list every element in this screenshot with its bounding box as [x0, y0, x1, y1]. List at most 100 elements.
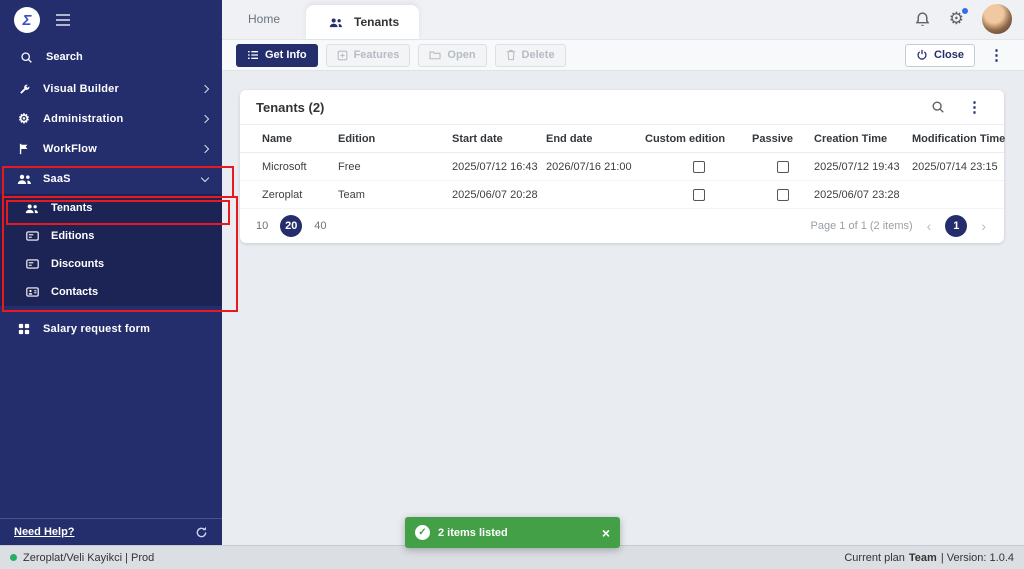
passive-checkbox[interactable] [777, 188, 789, 201]
column-header: End date [546, 132, 593, 145]
sidebar-menu: Visual Builder ⚙ Administration WorkFlow… [0, 74, 222, 344]
notification-dot [962, 7, 968, 14]
content-area: Tenants (2) ⋮ Name Edition Start date En… [222, 72, 1024, 545]
table-row[interactable]: Microsoft Free 2025/07/12 16:43 2026/07/… [240, 153, 1004, 181]
card-icon [22, 259, 42, 269]
sidebar-item-visual-builder[interactable]: Visual Builder [0, 74, 222, 104]
plan-label: Current plan [844, 551, 905, 564]
power-icon [916, 49, 928, 61]
plan-value: Team [908, 551, 937, 564]
users-icon [326, 17, 346, 28]
tab-label: Home [248, 12, 281, 26]
address-book-icon [22, 287, 42, 297]
card-header: Tenants (2) ⋮ [240, 90, 1004, 125]
cell-start-date: 2025/07/12 16:43 [452, 160, 538, 173]
list-icon [247, 50, 259, 60]
custom-edition-checkbox[interactable] [692, 188, 705, 201]
delete-button[interactable]: Delete [494, 43, 566, 67]
topbar-icons: ⚙ [914, 0, 1024, 39]
users-icon [14, 173, 34, 185]
toast-message: 2 items listed [438, 526, 508, 539]
gear-icon: ⚙ [18, 111, 30, 126]
folder-icon [429, 50, 441, 60]
cell-edition: Free [338, 160, 361, 173]
version-label: | Version: 1.0.4 [940, 551, 1014, 564]
card-kebab-icon[interactable]: ⋮ [961, 100, 988, 115]
cell-start-date: 2025/06/07 20:28 [452, 188, 538, 201]
tenants-card: Tenants (2) ⋮ Name Edition Start date En… [240, 90, 1005, 243]
main-area: Home Tenants ⚙ Get Info Features Open De… [222, 0, 1024, 545]
sidebar-item-discounts[interactable]: Discounts [0, 250, 222, 278]
refresh-icon[interactable] [195, 526, 208, 539]
sidebar-search[interactable]: Search [0, 40, 222, 74]
page-size-40[interactable]: 40 [314, 220, 326, 232]
sidebar-header: Ʃ [0, 0, 222, 40]
sidebar: Ʃ Search Visual Builder ⚙ Administration… [0, 0, 222, 545]
column-header: Creation Time [814, 132, 888, 145]
toast-close-icon[interactable]: × [602, 526, 610, 540]
cell-end-date: 2026/07/16 21:00 [546, 160, 632, 173]
sidebar-footer: Need Help? [0, 518, 222, 545]
tenant-user-status: Zeroplat/Veli Kayikci | Prod [23, 551, 155, 564]
column-header: Start date [452, 132, 503, 145]
sidebar-item-saas[interactable]: SaaS [0, 164, 222, 194]
tools-icon [14, 83, 34, 96]
cell-modification-time: 2025/07/14 23:15 [912, 160, 998, 173]
sidebar-item-label: Visual Builder [43, 83, 119, 95]
cell-name: Microsoft [262, 160, 307, 173]
custom-edition-checkbox[interactable] [692, 160, 705, 173]
sidebar-item-label: Administration [43, 113, 124, 125]
table-row[interactable]: Zeroplat Team 2025/06/07 20:28 2025/06/0… [240, 181, 1004, 209]
hamburger-menu-icon[interactable] [56, 14, 70, 26]
table-search-icon[interactable] [931, 100, 945, 114]
settings-gear-icon[interactable]: ⚙ [949, 7, 968, 29]
passive-checkbox[interactable] [777, 160, 789, 173]
sidebar-item-workflow[interactable]: WorkFlow [0, 134, 222, 164]
bell-icon[interactable] [914, 11, 931, 28]
cell-creation-time: 2025/07/12 19:43 [814, 160, 900, 173]
table-header-row: Name Edition Start date End date Custom … [240, 125, 1005, 153]
sidebar-item-label: Tenants [51, 202, 93, 214]
cell-creation-time: 2025/06/07 23:28 [814, 188, 900, 201]
chevron-right-icon [200, 144, 210, 154]
sidebar-search-label: Search [46, 51, 83, 63]
card-icon [22, 231, 42, 241]
next-page-icon[interactable]: › [979, 218, 988, 234]
prev-page-icon[interactable]: ‹ [925, 218, 934, 234]
users-icon [22, 203, 42, 214]
column-header: Custom edition [645, 132, 726, 145]
page-size-20-active[interactable]: 20 [280, 215, 303, 237]
page-size-10[interactable]: 10 [256, 220, 268, 232]
features-button[interactable]: Features [325, 43, 411, 67]
close-button[interactable]: Close [905, 43, 975, 67]
get-info-button[interactable]: Get Info [236, 43, 318, 67]
sidebar-item-label: WorkFlow [43, 143, 97, 155]
open-button[interactable]: Open [418, 43, 487, 67]
user-avatar[interactable] [982, 4, 1012, 34]
current-page[interactable]: 1 [945, 215, 968, 237]
pagination: 10 20 40 Page 1 of 1 (2 items) ‹ 1 › [240, 209, 1004, 243]
online-status-dot [10, 554, 17, 561]
tab-home[interactable]: Home [222, 0, 306, 39]
logo-glyph: Ʃ [22, 11, 32, 29]
sidebar-item-editions[interactable]: Editions [0, 222, 222, 250]
tab-tenants[interactable]: Tenants [306, 5, 420, 39]
column-header: Edition [338, 132, 376, 145]
need-help-link[interactable]: Need Help? [14, 526, 75, 538]
chevron-right-icon [200, 114, 210, 124]
toolbar-kebab-icon[interactable]: ⋮ [983, 48, 1010, 63]
tab-label: Tenants [354, 15, 400, 29]
tab-strip: Home Tenants ⚙ [222, 0, 1024, 40]
status-bar: Zeroplat/Veli Kayikci | Prod Current pla… [0, 545, 1024, 569]
sidebar-item-tenants[interactable]: Tenants [0, 194, 222, 222]
sidebar-item-label: Salary request form [43, 323, 151, 335]
chevron-down-icon [200, 173, 210, 182]
app-logo: Ʃ [14, 7, 40, 33]
sidebar-item-contacts[interactable]: Contacts [0, 278, 222, 306]
search-icon [16, 51, 36, 64]
cell-name: Zeroplat [262, 188, 303, 201]
flag-icon [14, 143, 34, 155]
sidebar-item-salary-request-form[interactable]: Salary request form [0, 314, 222, 344]
sidebar-item-administration[interactable]: ⚙ Administration [0, 104, 222, 134]
saas-submenu: Tenants Editions Discounts Contacts [0, 194, 222, 306]
